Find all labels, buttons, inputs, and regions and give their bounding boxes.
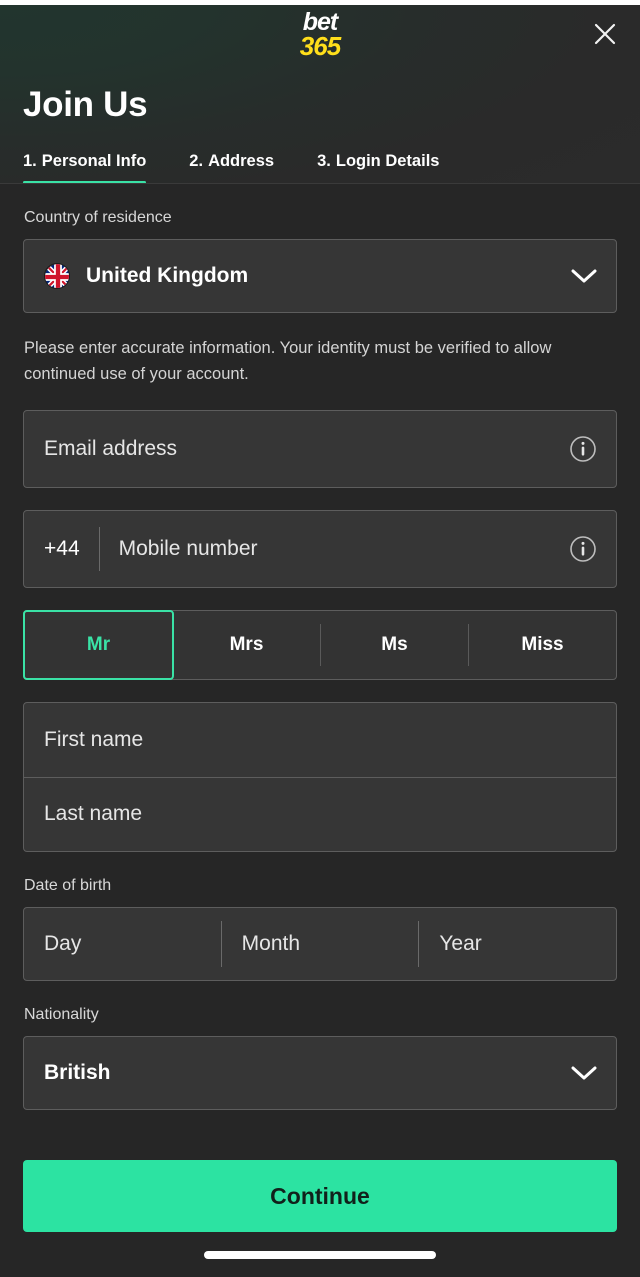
- home-indicator: [204, 1250, 436, 1259]
- tab-login-details[interactable]: 3. Login Details: [317, 152, 439, 184]
- continue-button[interactable]: Continue: [23, 1160, 617, 1232]
- nationality-value: British: [44, 1060, 111, 1084]
- country-select[interactable]: United Kingdom: [23, 239, 617, 313]
- verification-helper-text: Please enter accurate information. Your …: [24, 339, 552, 384]
- tabs-divider: [0, 183, 640, 184]
- page-title: Join Us: [23, 85, 148, 124]
- uk-flag-icon: [44, 263, 70, 289]
- nationality-select[interactable]: British: [23, 1035, 617, 1110]
- logo-row: bet 365: [0, 5, 640, 67]
- tab-address[interactable]: 2. Address: [189, 152, 274, 184]
- last-name-field[interactable]: Last name: [24, 776, 616, 851]
- step-tabs: 1. Personal Info 2. Address 3. Login Detail…: [0, 125, 640, 184]
- chevron-down-icon: [571, 269, 597, 283]
- tab-personal-info-number: 1.: [23, 152, 37, 170]
- home-indicator-area: [23, 1232, 617, 1277]
- dob-label: Date of birth: [24, 876, 112, 894]
- tab-address-number: 2.: [189, 152, 204, 170]
- logo-text-365: 365: [299, 31, 341, 62]
- title-option-mr[interactable]: Mr: [23, 609, 174, 680]
- tab-login-details-label: Login Details: [335, 152, 440, 170]
- last-name-placeholder: Last name: [44, 802, 143, 826]
- date-of-birth-group: Day Month Year: [23, 906, 617, 981]
- modal-header: bet 365 Join Us 1. Personal Info 2. Addres…: [0, 5, 640, 184]
- dob-year-field[interactable]: Year: [419, 908, 616, 980]
- tab-personal-info-label: Personal Info: [41, 152, 147, 170]
- phone-country-code: +44: [44, 536, 80, 560]
- email-placeholder: Email address: [44, 436, 178, 460]
- title-option-ms[interactable]: Ms: [321, 611, 468, 679]
- title-selector: Mr Mrs Ms Miss: [23, 609, 617, 680]
- first-name-field[interactable]: First name: [24, 703, 616, 777]
- email-field[interactable]: Email address: [23, 409, 617, 488]
- nationality-label: Nationality: [24, 1005, 99, 1023]
- dob-month-field[interactable]: Month: [222, 908, 419, 980]
- tab-personal-info[interactable]: 1. Personal Info: [23, 152, 147, 184]
- country-label: Country of residence: [24, 209, 172, 226]
- registration-screen: bet 365 Join Us 1. Personal Info 2. Addres…: [0, 0, 640, 1277]
- form-body: Country of residence United Kingdom Plea…: [0, 184, 640, 1160]
- close-icon: [594, 23, 616, 45]
- info-icon[interactable]: [569, 435, 597, 463]
- tab-login-details-number: 3.: [317, 152, 331, 170]
- chevron-down-icon: [571, 1066, 597, 1080]
- title-option-miss[interactable]: Miss: [469, 611, 616, 679]
- dob-day-field[interactable]: Day: [24, 908, 221, 980]
- phone-divider: [98, 526, 100, 571]
- bet365-logo: bet 365: [299, 9, 341, 62]
- mobile-placeholder: Mobile number: [118, 536, 258, 560]
- name-group: First name Last name: [23, 701, 617, 852]
- tab-address-label: Address: [208, 152, 275, 170]
- close-button[interactable]: [584, 13, 626, 55]
- mobile-field[interactable]: +44 Mobile number: [23, 509, 617, 588]
- country-value: United Kingdom: [86, 264, 249, 287]
- title-option-mrs[interactable]: Mrs: [173, 611, 320, 679]
- info-icon[interactable]: [569, 535, 597, 563]
- first-name-placeholder: First name: [44, 727, 144, 751]
- footer-bar: Continue: [0, 1160, 640, 1277]
